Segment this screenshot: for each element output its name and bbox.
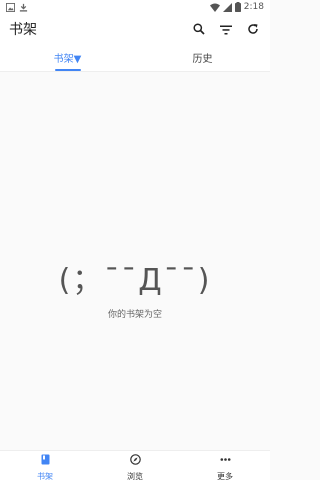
book-icon	[40, 450, 51, 469]
status-time: 2:18	[243, 2, 264, 12]
app-bar: 书架	[0, 14, 270, 44]
nav-item-more[interactable]: 更多	[180, 451, 270, 480]
tab-bar: 书架▼ 历史	[0, 44, 270, 72]
bottom-navigation: 书架 浏览 更多	[0, 450, 270, 480]
tab-bookshelf[interactable]: 书架▼	[0, 44, 135, 71]
nav-item-more-label: 更多	[217, 471, 233, 480]
compass-icon	[129, 450, 141, 469]
empty-state-kaomoji: (；¯¯Д¯¯)	[58, 263, 212, 298]
tab-history[interactable]: 历史	[135, 44, 270, 71]
signal-icon	[222, 2, 232, 12]
tab-active-indicator	[54, 69, 81, 71]
nav-item-browse-label: 浏览	[127, 471, 143, 480]
page-title: 书架	[9, 22, 37, 38]
search-button[interactable]	[190, 20, 208, 38]
tab-history-label: 历史	[192, 54, 213, 65]
more-icon	[220, 450, 231, 469]
battery-icon	[234, 2, 241, 12]
refresh-button[interactable]	[244, 20, 262, 38]
filter-icon	[220, 20, 232, 39]
wifi-icon	[209, 3, 220, 12]
filter-button[interactable]	[217, 20, 235, 38]
search-icon	[193, 20, 205, 39]
nav-item-bookshelf-label: 书架	[37, 471, 53, 480]
download-notification-icon	[19, 3, 28, 12]
refresh-icon	[247, 20, 259, 39]
tab-bookshelf-label: 书架▼	[53, 54, 82, 65]
nav-item-browse[interactable]: 浏览	[90, 451, 180, 480]
empty-state-message: 你的书架为空	[107, 310, 162, 320]
status-bar: 2:18	[0, 0, 270, 14]
bookshelf-content: (；¯¯Д¯¯) 你的书架为空	[0, 72, 270, 450]
nav-item-bookshelf[interactable]: 书架	[0, 451, 90, 480]
image-notification-icon	[6, 2, 15, 12]
